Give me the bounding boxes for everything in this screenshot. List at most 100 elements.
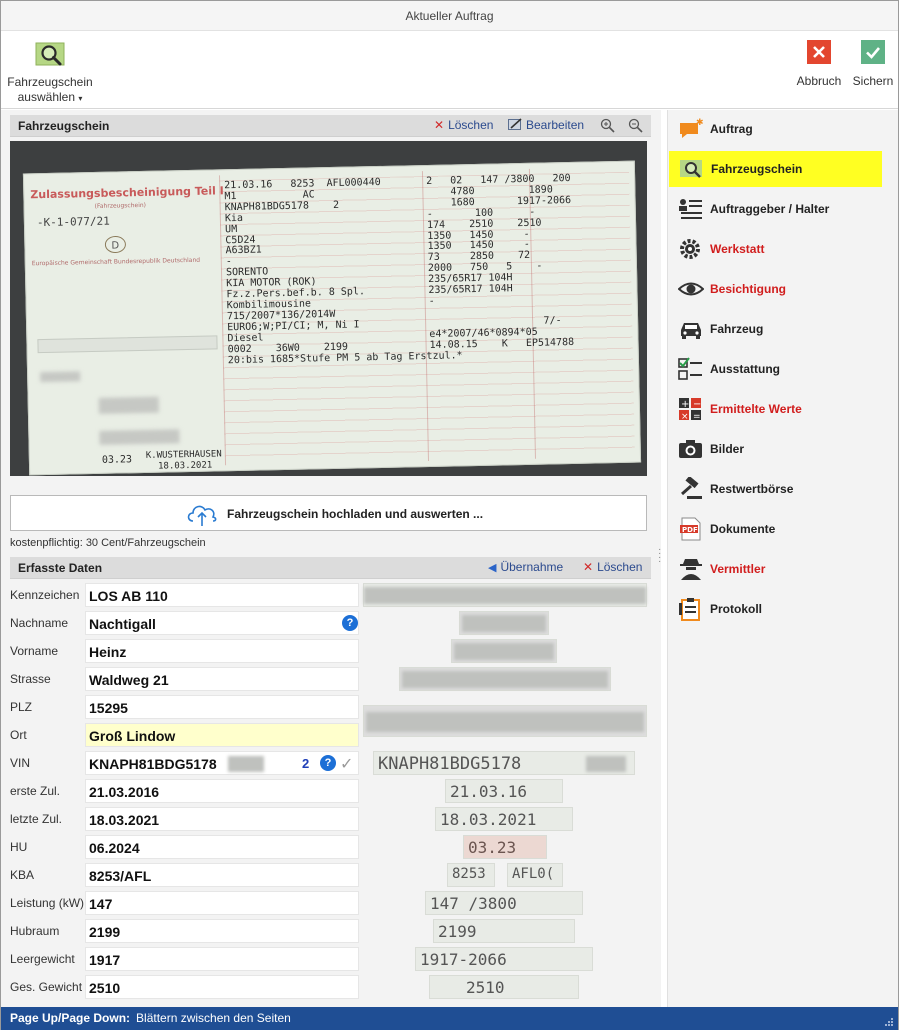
letzte-zul-input[interactable]: 18.03.2021	[85, 807, 359, 831]
document-number: -K-1-077/21	[36, 214, 110, 230]
hubraum-input[interactable]: 2199	[85, 919, 359, 943]
vin-input[interactable]: KNAPH81BDG5178 2 ? ✓	[85, 751, 359, 775]
camera-icon	[679, 440, 702, 458]
upload-evaluate-button[interactable]: Fahrzeugschein hochladen und auswerten .…	[10, 495, 647, 531]
nav-item-bilder[interactable]: Bilder	[668, 431, 899, 467]
field-label: Leergewicht	[10, 952, 75, 966]
help-icon[interactable]: ?	[320, 755, 336, 771]
resize-grip-icon[interactable]	[884, 1017, 894, 1027]
captured-delete-button[interactable]: ✕ Löschen	[583, 560, 642, 574]
nav-item-restwertboerse[interactable]: Restwertbörse	[668, 471, 899, 507]
ribbon-toolbar: Fahrzeugschein auswählen ▾ Abbruch Siche…	[1, 31, 898, 109]
field-label: VIN	[10, 756, 31, 770]
arrow-left-icon: ◀	[488, 562, 497, 574]
nav-item-dokumente[interactable]: PDF Dokumente	[668, 511, 899, 547]
registration-edit-button[interactable]: Bearbeiten	[508, 118, 584, 132]
kba-input[interactable]: 8253/AFL	[85, 863, 359, 887]
adopt-button[interactable]: ◀ Übernahme	[488, 560, 563, 574]
calculator-icon: + −× =	[679, 398, 701, 421]
ocr-crop-kba-2: AFL0(	[507, 863, 563, 887]
field-row-kennzeichen: Kennzeichen LOS AB 110	[1, 581, 661, 609]
document-country-text: Europäische Gemeinschaft Bundesrepublik …	[31, 256, 201, 268]
registration-search-icon	[680, 160, 702, 178]
field-label: KBA	[10, 868, 35, 882]
registration-title: Fahrzeugschein	[18, 119, 110, 133]
ocr-crop-image	[451, 639, 557, 663]
status-key: Page Up/Page Down:	[10, 1011, 131, 1025]
nav-item-auftrag[interactable]: ✱ Auftrag	[668, 111, 899, 147]
ort-input[interactable]: Groß Lindow	[85, 723, 359, 747]
clipboard-icon	[679, 598, 700, 621]
check-icon[interactable]: ✓	[340, 754, 353, 774]
field-row-vin: VIN KNAPH81BDG5178 2 ? ✓ KNAPH81BDG5178	[1, 749, 661, 777]
ocr-crop-hubraum: 2199	[433, 919, 575, 943]
agent-icon	[680, 559, 702, 580]
nachname-input[interactable]: Nachtigall ?	[85, 611, 359, 635]
leistung-input[interactable]: 147	[85, 891, 359, 915]
field-label: HU	[10, 840, 28, 854]
field-label: letzte Zul.	[10, 812, 63, 826]
leergewicht-input[interactable]: 1917	[85, 947, 359, 971]
zoom-out-icon[interactable]	[628, 118, 643, 133]
field-label: Hubraum	[10, 924, 60, 938]
window-title: Aktueller Auftrag	[1, 1, 898, 31]
field-row-hu: HU 06.2024 03.23	[1, 833, 661, 861]
document-issue-date: 18.03.2021	[157, 460, 213, 472]
field-row-leistung: Leistung (kW) 147 147 /3800	[1, 889, 661, 917]
document-stamp-date: 03.23	[101, 454, 133, 466]
nav-item-fahrzeug[interactable]: Fahrzeug	[668, 311, 899, 347]
registration-photo[interactable]: Zulassungsbescheinigung Teil I (Fahrzeug…	[10, 141, 647, 476]
field-label: erste Zul.	[10, 784, 61, 798]
save-button[interactable]: Sichern	[849, 40, 897, 89]
registration-document: Zulassungsbescheinigung Teil I (Fahrzeug…	[22, 160, 642, 476]
nav-item-fahrzeugschein[interactable]: Fahrzeugschein	[669, 151, 882, 187]
save-check-icon	[861, 40, 885, 64]
nav-item-protokoll[interactable]: Protokoll	[668, 591, 899, 627]
chat-bubble-icon: ✱	[680, 118, 704, 138]
erste-zul-input[interactable]: 21.03.2016	[85, 779, 359, 803]
ocr-crop-kba-1: 8253	[447, 863, 495, 887]
field-label: Kennzeichen	[10, 588, 80, 602]
captured-header: Erfasste Daten ◀ Übernahme ✕ Löschen	[10, 557, 651, 579]
svg-text:+: +	[681, 399, 689, 410]
zoom-in-icon[interactable]	[600, 118, 615, 133]
field-label: PLZ	[10, 700, 33, 714]
cancel-button[interactable]: Abbruch	[791, 40, 847, 89]
ocr-crop-leistung: 147 /3800	[425, 891, 583, 915]
delete-icon: ✕	[583, 560, 594, 574]
nav-item-vermittler[interactable]: Vermittler	[668, 551, 899, 587]
registration-search-icon	[35, 42, 65, 66]
nav-item-besichtigung[interactable]: Besichtigung	[668, 271, 899, 307]
gavel-icon	[681, 477, 702, 499]
ocr-crop-letzte: 18.03.2021	[435, 807, 573, 831]
pane-splitter[interactable]: · · · ·	[658, 545, 661, 567]
kennzeichen-input[interactable]: LOS AB 110	[85, 583, 359, 607]
country-oval: D	[104, 236, 126, 254]
help-icon[interactable]: ?	[342, 615, 358, 631]
nav-item-werkstatt[interactable]: Werkstatt	[668, 231, 899, 267]
svg-text:=: =	[693, 412, 701, 421]
field-row-gesamtgewicht: Ges. Gewicht 2510 2510	[1, 973, 661, 1001]
app-window: Aktueller Auftrag Fahrzeugschein auswähl…	[0, 0, 899, 1030]
ocr-crop-erste: 21.03.16	[445, 779, 563, 803]
checklist-icon	[678, 357, 702, 380]
delete-icon: ✕	[434, 118, 445, 132]
ocr-crop-image	[363, 705, 647, 737]
ocr-crop-vin: KNAPH81BDG5178	[373, 751, 635, 775]
hu-input[interactable]: 06.2024	[85, 835, 359, 859]
strasse-input[interactable]: Waldweg 21	[85, 667, 359, 691]
nav-item-auftraggeber[interactable]: Auftraggeber / Halter	[668, 191, 899, 227]
ocr-crop-image	[399, 667, 611, 691]
nav-item-ausstattung[interactable]: Ausstattung	[668, 351, 899, 387]
registration-delete-button[interactable]: ✕ Löschen	[434, 118, 493, 132]
plz-input[interactable]: 15295	[85, 695, 359, 719]
vin-count: 2	[302, 756, 310, 771]
vorname-input[interactable]: Heinz	[85, 639, 359, 663]
svg-text:PDF: PDF	[682, 526, 698, 534]
status-bar: Page Up/Page Down: Blättern zwischen den …	[1, 1007, 898, 1030]
nav-item-ermittelte-werte[interactable]: + − × = Ermittelte Werte	[668, 391, 899, 427]
select-registration-button[interactable]: Fahrzeugschein auswählen ▾	[7, 39, 93, 106]
gesamtgewicht-input[interactable]: 2510	[85, 975, 359, 999]
svg-text:D: D	[111, 240, 119, 251]
select-registration-label-2: auswählen ▾	[17, 90, 83, 104]
